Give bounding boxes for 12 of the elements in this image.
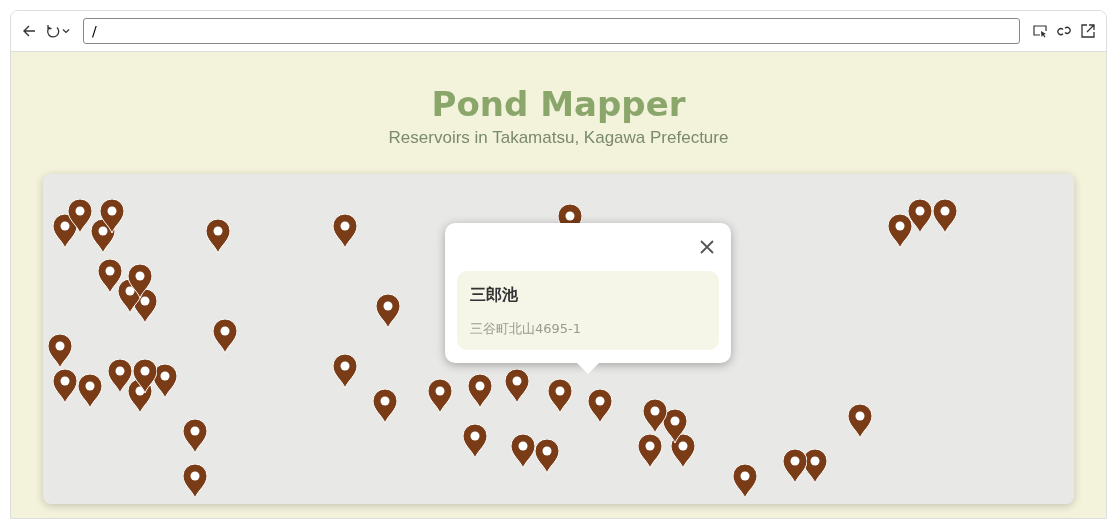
app-title: Pond Mapper (430, 83, 687, 126)
close-icon[interactable] (699, 239, 715, 255)
cursor-window-icon[interactable] (1032, 23, 1048, 39)
app-subtitle: Reservoirs in Takamatsu, Kagawa Prefecture (387, 128, 730, 148)
external-link-icon[interactable] (1080, 23, 1096, 39)
pond-name: 三郎池 (470, 285, 519, 306)
popup-tail-icon (576, 362, 600, 374)
pond-address: 三谷町北山4695-1 (470, 320, 583, 338)
map-placeholder[interactable]: 三郎池 三谷町北山4695-1 (43, 174, 1074, 504)
back-icon[interactable] (21, 23, 37, 39)
reload-icon[interactable] (45, 23, 71, 39)
address-field[interactable]: / (83, 18, 1020, 44)
